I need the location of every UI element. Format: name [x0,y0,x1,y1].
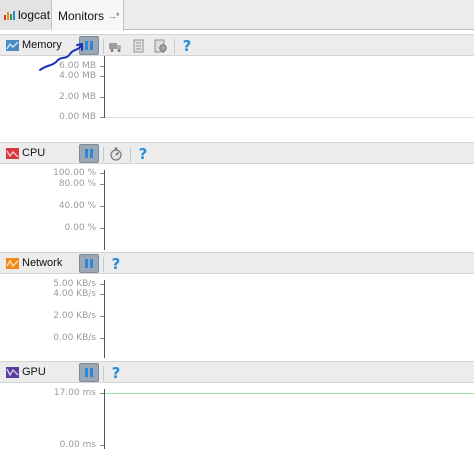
toolbar-separator [103,366,104,381]
pause-icon [85,259,88,268]
network-help-icon[interactable]: ? [108,254,124,274]
cpu-chart-icon [6,148,19,159]
cpu-monitor: CPU ? 100.00 % 80.00 % 40.00 % 0.00 % [0,142,474,250]
gpu-pause-button[interactable] [79,363,99,382]
memory-monitor: Memory ? 6.00 MB 4.00 MB 2.00 MB 0.00 MB [0,34,474,134]
toolbar-separator [130,147,131,162]
cpu-tick-label: 100.00 % [53,168,96,178]
toolbar-separator [103,257,104,272]
memory-y-axis [104,56,105,118]
memory-tick-label: 4.00 MB [59,71,96,81]
toolbar-separator [103,147,104,162]
gpu-tick-label: 17.00 ms [53,388,96,398]
pause-icon [85,368,88,377]
truck-icon[interactable] [108,39,122,53]
pin-icon[interactable]: →* [108,11,119,21]
gpu-monitor-title: GPU [22,366,46,378]
gpu-monitor-header: GPU ? [0,361,474,383]
network-tick-label: 2.00 KB/s [53,311,96,321]
tool-window-tab-bar: logcat Monitors →* [0,0,474,31]
toolbar-separator [103,39,104,54]
network-monitor-title: Network [22,257,63,269]
memory-pause-button[interactable] [79,36,99,55]
heap-dump-icon[interactable] [153,39,167,53]
memory-help-icon[interactable]: ? [179,36,195,56]
network-monitor: Network ? 5.00 KB/s 4.00 KB/s 2.00 KB/s … [0,252,474,358]
memory-monitor-title: Memory [22,39,62,51]
toolbar-separator [174,39,175,54]
tab-logcat-label: logcat [18,8,51,22]
cpu-tick-label: 40.00 % [58,201,96,211]
network-pause-button[interactable] [79,254,99,273]
gpu-y-axis [104,389,105,449]
cpu-monitor-header: CPU ? [0,142,474,164]
gpu-chart-icon [6,367,19,378]
network-tick-label: 5.00 KB/s [53,279,96,289]
gpu-tick-label: 0.00 ms [59,440,96,449]
gpu-help-icon[interactable]: ? [108,363,124,383]
document-icon[interactable] [131,39,145,53]
cpu-y-axis [104,170,105,250]
cpu-monitor-title: CPU [22,147,46,159]
memory-tick-label: 2.00 MB [59,92,96,102]
tab-monitors[interactable]: Monitors →* [52,0,124,31]
memory-tick-label: 0.00 MB [59,112,96,122]
cpu-pause-button[interactable] [79,144,99,163]
pause-icon [85,41,88,50]
cpu-tick-label: 0.00 % [64,223,96,233]
logcat-icon [4,10,15,20]
network-tick-label: 0.00 KB/s [53,333,96,343]
network-monitor-header: Network ? [0,252,474,274]
memory-monitor-header: Memory ? [0,34,474,56]
memory-baseline [105,117,474,118]
gpu-monitor: GPU ? 17.00 ms 0.00 ms [0,361,474,449]
memory-tick-label: 6.00 MB [59,61,96,71]
gpu-threshold-line [105,393,474,394]
network-y-axis [104,280,105,358]
memory-chart-icon [6,40,19,51]
network-chart-icon [6,258,19,269]
cpu-help-icon[interactable]: ? [135,144,151,164]
pause-icon [85,149,88,158]
stopwatch-icon[interactable] [109,147,123,161]
tab-monitors-label: Monitors [58,8,105,23]
network-tick-label: 4.00 KB/s [53,289,96,299]
cpu-tick-label: 80.00 % [58,179,96,189]
tab-logcat[interactable]: logcat [0,0,52,30]
